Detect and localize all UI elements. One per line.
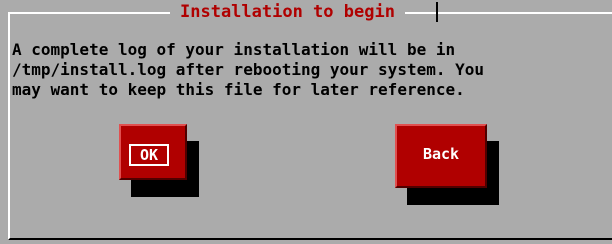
- back-button-label: Back: [422, 145, 460, 163]
- installation-dialog: Installation to begin A complete log of …: [0, 0, 612, 244]
- dialog-title: Installation to begin: [170, 1, 405, 23]
- title-right-divider: [436, 2, 438, 22]
- ok-button[interactable]: OK: [119, 124, 187, 180]
- back-button[interactable]: Back: [395, 124, 487, 188]
- ok-button-label: OK: [139, 146, 159, 164]
- dialog-message: A complete log of your installation will…: [12, 40, 485, 99]
